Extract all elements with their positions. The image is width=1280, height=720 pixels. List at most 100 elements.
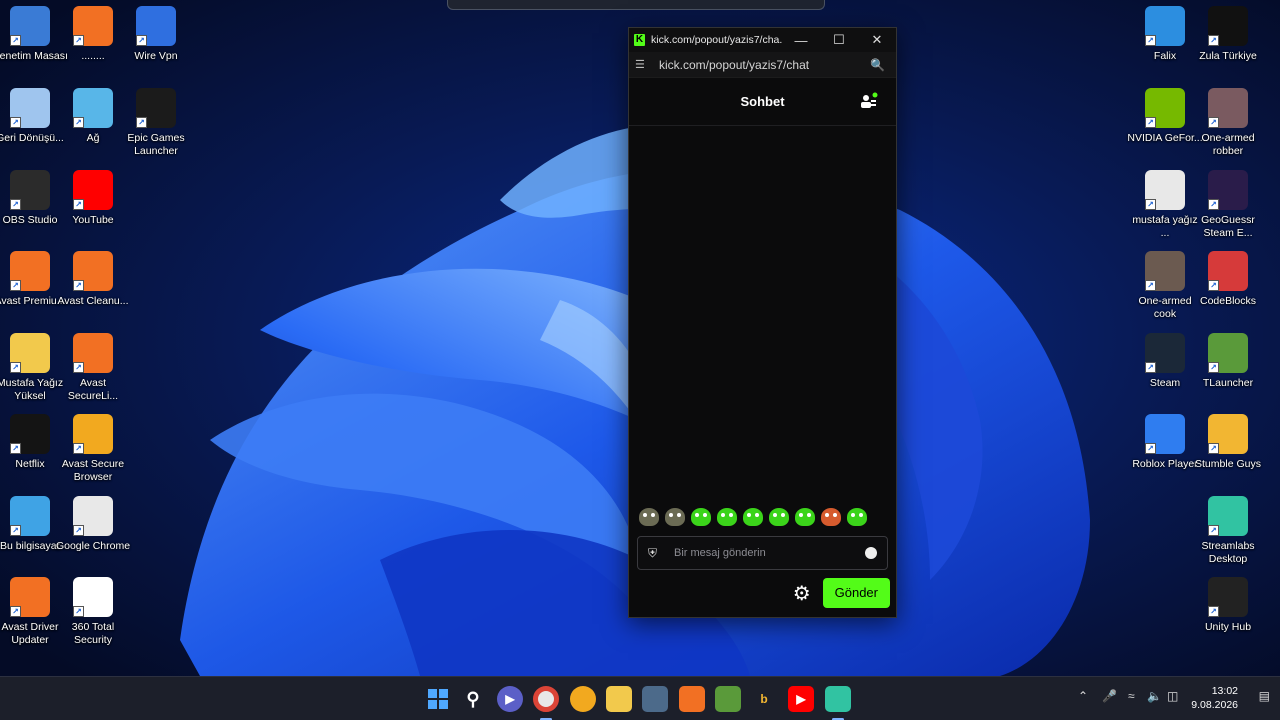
emote-icon[interactable] — [795, 508, 815, 526]
wifi-icon[interactable]: ≈ — [1128, 689, 1135, 703]
zoom-icon[interactable]: 🔍 — [870, 58, 890, 72]
shield-icon: ⛨ — [648, 545, 658, 560]
avast-secureline-icon[interactable] — [679, 686, 705, 712]
users-icon[interactable] — [860, 92, 878, 110]
avast-cleanup-icon: ↗ — [73, 251, 113, 291]
desktop-icon[interactable]: ↗ Streamlabs Desktop — [1196, 496, 1260, 566]
shortcut-arrow-icon: ↗ — [1208, 525, 1219, 536]
desktop-icon-label: TLauncher — [1202, 377, 1254, 389]
emoji-picker-icon[interactable] — [865, 547, 877, 559]
shortcut-arrow-icon: ↗ — [73, 117, 84, 128]
desktop-icon[interactable]: ↗ Avast Premiu... — [0, 251, 66, 308]
tlauncher-icon[interactable] — [715, 686, 741, 712]
close-button[interactable]: ✕ — [858, 28, 896, 52]
desktop-icon[interactable]: ↗ Falix — [1133, 6, 1197, 63]
windows-start-icon[interactable] — [425, 686, 451, 712]
emote-icon[interactable] — [769, 508, 789, 526]
desktop-icon[interactable]: ↗ Ağ — [61, 88, 125, 145]
desktop-icon[interactable]: ↗Denetim Masası — [0, 6, 68, 63]
clock[interactable]: 13:02 9.08.2026 — [1191, 684, 1238, 712]
streamlabs-icon: ↗ — [1208, 496, 1248, 536]
desktop-icon[interactable]: ↗ YouTube — [61, 170, 125, 227]
desktop-icon[interactable]: ↗ TLauncher — [1196, 333, 1260, 390]
desktop-icon-label: Avast Secure Browser — [61, 458, 125, 483]
maximize-button[interactable]: ☐ — [820, 28, 858, 52]
desktop-icon[interactable]: ↗ Avast Cleanu... — [57, 251, 129, 308]
avast-secureline-icon: ↗ — [73, 333, 113, 373]
taskbar: ⚲ ▶ b ▶ ⌃ 🎤 ≈ 🔈 ◫ 13:02 9.08.2026 ▤ — [0, 676, 1280, 720]
battery-icon[interactable]: ◫ — [1167, 689, 1178, 703]
microphone-icon[interactable]: 🎤 — [1102, 689, 1117, 703]
desktop-icon[interactable]: ↗ Netflix — [0, 414, 62, 471]
desktop-icon[interactable]: ↗ One-armed cook — [1133, 251, 1197, 321]
shortcut-arrow-icon: ↗ — [73, 606, 84, 617]
avast-secureline-icon: ↗ — [73, 6, 113, 46]
avast-icon: ↗ — [10, 251, 50, 291]
desktop-icon[interactable]: ↗ One-armed robber — [1196, 88, 1260, 158]
meet-icon[interactable]: ▶ — [497, 686, 523, 712]
file-explorer-icon[interactable] — [606, 686, 632, 712]
desktop-icon[interactable]: ↗ Mustafa Yağız Yüksel — [0, 333, 63, 403]
chrome-icon[interactable] — [533, 686, 559, 712]
avast-driver-icon: ↗ — [10, 577, 50, 617]
shortcut-arrow-icon: ↗ — [10, 525, 21, 536]
desktop-icon[interactable]: ↗ Epic Games Launcher — [124, 88, 188, 158]
desktop-icon[interactable]: ↗ Stumble Guys — [1195, 414, 1261, 471]
desktop-icon[interactable]: ↗ Avast Secure Browser — [61, 414, 125, 484]
desktop-icon[interactable]: ↗ GeoGuessr Steam E... — [1196, 170, 1260, 240]
search-bar-remnant[interactable] — [447, 0, 825, 10]
kick-chat-popup-window[interactable]: K kick.com/popout/yazis7/cha... — ☐ ✕ ☰ … — [628, 27, 897, 618]
desktop-icon[interactable]: ↗ Avast SecureLi... — [61, 333, 125, 403]
emote-icon[interactable] — [717, 508, 737, 526]
desktop-icon[interactable]: ↗ Bu bilgisayar — [0, 496, 62, 553]
url-text[interactable]: kick.com/popout/yazis7/chat — [659, 58, 870, 72]
bing-icon[interactable]: b — [751, 686, 777, 712]
chrome-profile-icon: ↗ — [1145, 170, 1185, 210]
desktop-icon[interactable]: ↗ CodeBlocks — [1196, 251, 1260, 308]
desktop-icon[interactable]: ↗ Google Chrome — [56, 496, 130, 553]
desktop-icon[interactable]: ↗ OBS Studio — [0, 170, 62, 227]
desktop-icon[interactable]: ↗ Steam — [1133, 333, 1197, 390]
shortcut-arrow-icon: ↗ — [73, 362, 84, 373]
desktop-icon[interactable]: ↗ Geri Dönüşü... — [0, 88, 64, 145]
terminal-icon[interactable] — [642, 686, 668, 712]
emote-icon[interactable] — [847, 508, 867, 526]
desktop-icon[interactable]: ↗ Wire Vpn — [124, 6, 188, 63]
message-input[interactable]: ⛨ Bir mesaj gönderin — [637, 536, 888, 570]
window-titlebar[interactable]: K kick.com/popout/yazis7/cha... — ☐ ✕ — [629, 28, 896, 52]
desktop-icon[interactable]: ↗ 360 Total Security — [61, 577, 125, 647]
emote-icon[interactable] — [743, 508, 763, 526]
minimize-button[interactable]: — — [782, 28, 820, 52]
search-icon[interactable]: ⚲ — [460, 686, 486, 712]
youtube-icon[interactable]: ▶ — [788, 686, 814, 712]
desktop-icon[interactable]: ↗ Roblox Player — [1132, 414, 1198, 471]
user-folder-icon: ↗ — [10, 333, 50, 373]
shortcut-arrow-icon: ↗ — [73, 525, 84, 536]
chevron-up-icon[interactable]: ⌃ — [1078, 689, 1088, 703]
emote-icon[interactable] — [691, 508, 711, 526]
site-settings-icon[interactable]: ☰ — [635, 58, 651, 71]
desktop-icon[interactable]: ↗ NVIDIA GeFor... — [1127, 88, 1203, 145]
message-placeholder[interactable]: Bir mesaj gönderin — [674, 547, 865, 559]
notification-icon[interactable]: ▤ — [1259, 689, 1270, 703]
gear-icon[interactable]: ⚙ — [793, 581, 811, 606]
streamlabs-icon[interactable] — [825, 686, 851, 712]
desktop-icon[interactable]: ↗ Unity Hub — [1196, 577, 1260, 634]
emote-icon[interactable] — [665, 508, 685, 526]
chat-title: Sohbet — [740, 94, 785, 109]
emote-icon[interactable] — [821, 508, 841, 526]
desktop-icon[interactable]: ↗ Avast Driver Updater — [0, 577, 62, 647]
desktop-icon[interactable]: ↗ mustafa yağız ... — [1132, 170, 1198, 240]
send-button[interactable]: Gönder — [822, 578, 890, 608]
desktop-icon[interactable]: ↗........ — [61, 6, 125, 63]
desktop-icon[interactable]: ↗ Zula Türkiye — [1196, 6, 1260, 63]
avast-browser-icon[interactable] — [570, 686, 596, 712]
address-bar[interactable]: ☰ kick.com/popout/yazis7/chat 🔍 — [629, 52, 896, 78]
shortcut-arrow-icon: ↗ — [1208, 199, 1219, 210]
speaker-icon[interactable]: 🔈 — [1147, 689, 1162, 703]
control-panel-icon: ↗ — [10, 6, 50, 46]
shortcut-arrow-icon: ↗ — [1145, 280, 1156, 291]
emote-icon[interactable] — [639, 508, 659, 526]
shortcut-arrow-icon: ↗ — [1208, 362, 1219, 373]
desktop-icon-label: One-armed robber — [1201, 132, 1255, 157]
